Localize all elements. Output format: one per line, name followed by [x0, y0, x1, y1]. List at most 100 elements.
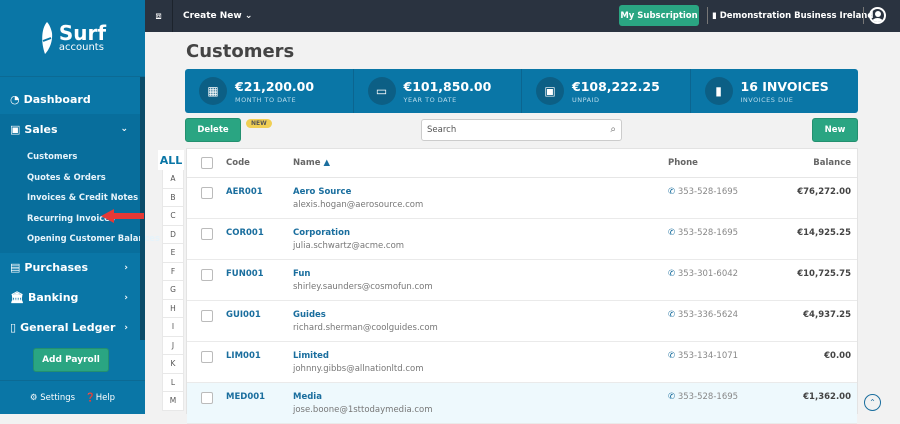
add-payroll-button[interactable]: Add Payroll: [33, 348, 109, 372]
customer-phone[interactable]: 353-336-5624: [678, 310, 738, 320]
chevron-right-icon: ›: [124, 292, 128, 303]
alpha-letter[interactable]: H: [162, 299, 184, 318]
sidebar-item-sales[interactable]: ▣ Sales ⌄: [0, 114, 140, 144]
alphabet-filter: ALL ABCDEFGHIJKLM: [158, 150, 184, 411]
column-balance[interactable]: Balance: [813, 158, 851, 168]
scroll-to-top-button[interactable]: ⌃: [864, 394, 881, 411]
building-icon: ▮: [712, 10, 717, 21]
customer-phone[interactable]: 353-134-1071: [678, 351, 738, 361]
customer-code[interactable]: COR001: [226, 228, 264, 238]
customer-name[interactable]: Media: [293, 392, 433, 402]
alpha-letter[interactable]: L: [162, 373, 184, 392]
help-link[interactable]: ❓Help: [85, 393, 115, 403]
sort-asc-icon: ▲: [323, 158, 330, 168]
customer-name[interactable]: Fun: [293, 269, 433, 279]
dashboard-icon: ◔: [10, 92, 20, 106]
sidebar-subitem-customers[interactable]: Customers: [0, 146, 140, 167]
customer-email: shirley.saunders@cosmofun.com: [293, 282, 433, 292]
table-row[interactable]: COR001 Corporation julia.schwartz@acme.co…: [187, 219, 857, 260]
alpha-letter[interactable]: A: [162, 170, 184, 189]
new-customer-button[interactable]: New: [812, 118, 858, 142]
chevron-down-icon: ⌄: [244, 11, 253, 21]
gear-icon: ⚙: [29, 392, 38, 403]
logo[interactable]: Surf accounts: [0, 0, 145, 77]
customer-name[interactable]: Guides: [293, 310, 438, 320]
customer-code[interactable]: MED001: [226, 392, 265, 402]
customer-code[interactable]: FUN001: [226, 269, 264, 279]
customer-phone[interactable]: 353-528-1695: [678, 392, 738, 402]
alpha-letter[interactable]: J: [162, 336, 184, 355]
select-all-checkbox[interactable]: [201, 157, 213, 169]
customer-phone[interactable]: 353-528-1695: [678, 187, 738, 197]
alpha-letter[interactable]: E: [162, 244, 184, 263]
table-row[interactable]: FUN001 Fun shirley.saunders@cosmofun.com …: [187, 260, 857, 301]
search-input[interactable]: Search ⌕: [421, 119, 622, 141]
alpha-letter[interactable]: D: [162, 225, 184, 244]
my-subscription-button[interactable]: My Subscription: [619, 5, 699, 26]
customer-email: julia.schwartz@acme.com: [293, 241, 405, 251]
red-arrow-annotation-icon: [101, 209, 144, 223]
customer-name[interactable]: Aero Source: [293, 187, 423, 197]
customer-balance: €1,362.00: [803, 392, 851, 402]
alpha-letter[interactable]: G: [162, 281, 184, 300]
sidebar-item-dashboard[interactable]: ◔ Dashboard: [0, 84, 140, 114]
customer-balance: €0.00: [824, 351, 851, 361]
row-checkbox[interactable]: [201, 392, 213, 404]
alpha-letter[interactable]: K: [162, 355, 184, 374]
table-row[interactable]: LIM001 Limited johnny.gibbs@allnationltd.…: [187, 342, 857, 383]
calendar-icon: ▦: [199, 77, 227, 105]
customer-name[interactable]: Limited: [293, 351, 423, 361]
sidebar-toggle-icon[interactable]: ⧈: [145, 0, 173, 32]
ledger-icon: ▯: [10, 321, 17, 334]
row-checkbox[interactable]: [201, 310, 213, 322]
row-checkbox[interactable]: [201, 228, 213, 240]
row-checkbox[interactable]: [201, 187, 213, 199]
column-phone[interactable]: Phone: [668, 158, 698, 168]
customer-code[interactable]: GUI001: [226, 310, 261, 320]
customer-email: alexis.hogan@aerosource.com: [293, 200, 424, 210]
alpha-letter[interactable]: F: [162, 262, 184, 281]
sidebar-subitem-quotes-orders[interactable]: Quotes & Orders: [0, 167, 140, 188]
customer-code[interactable]: LIM001: [226, 351, 261, 361]
phone-icon: ✆: [668, 228, 676, 238]
customer-code[interactable]: AER001: [226, 187, 263, 197]
customer-phone[interactable]: 353-528-1695: [678, 228, 738, 238]
business-selector[interactable]: ▮ Demonstration Business Ireland: [707, 7, 873, 24]
row-checkbox[interactable]: [201, 269, 213, 281]
row-checkbox[interactable]: [201, 351, 213, 363]
table-row[interactable]: GUI001 Guides richard.sherman@coolguides.…: [187, 301, 857, 342]
customer-email: johnny.gibbs@allnationltd.com: [293, 364, 424, 374]
sidebar-item-general-ledger[interactable]: ▯ General Ledger ›: [0, 313, 140, 343]
chevron-right-icon: ›: [124, 262, 128, 273]
search-icon[interactable]: ⌕: [610, 124, 616, 135]
table-row[interactable]: MED001 Media jose.boone@1sttodaymedia.com…: [187, 383, 857, 424]
settings-link[interactable]: ⚙ Settings: [30, 393, 75, 403]
customer-balance: €10,725.75: [797, 269, 851, 279]
sidebar-item-banking[interactable]: 🏛 Banking ›: [0, 283, 140, 313]
sidebar-subitem-invoices-credit-notes[interactable]: Invoices & Credit Notes: [0, 187, 140, 208]
sidebar-item-purchases[interactable]: ▤ Purchases ›: [0, 253, 140, 283]
alpha-letter[interactable]: B: [162, 188, 184, 207]
table-header: Code Name ▲ Phone Balance: [187, 149, 857, 178]
new-badge: NEW: [246, 119, 272, 128]
alpha-all[interactable]: ALL: [158, 150, 184, 170]
phone-icon: ✆: [668, 392, 676, 402]
sales-submenu: Customers Quotes & Orders Invoices & Cre…: [0, 144, 160, 253]
table-row[interactable]: AER001 Aero Source alexis.hogan@aerosourc…: [187, 178, 857, 219]
alpha-letter[interactable]: C: [162, 207, 184, 226]
create-new-menu[interactable]: Create New ⌄: [183, 11, 252, 21]
delete-button[interactable]: Delete: [185, 118, 241, 142]
topbar: ⧈ Create New ⌄ My Subscription ▮ Demonstr…: [145, 0, 900, 32]
customer-balance: €4,937.25: [803, 310, 851, 320]
stat-unpaid: ▣ €108,222.25 UNPAID: [522, 69, 691, 113]
alpha-letter[interactable]: I: [162, 318, 184, 337]
column-code[interactable]: Code: [226, 158, 250, 168]
customer-phone[interactable]: 353-301-6042: [678, 269, 738, 279]
user-avatar-icon[interactable]: [869, 7, 886, 24]
stats-bar: ▦ €21,200.00 MONTH TO DATE ▭ €101,850.00 YEA…: [185, 69, 858, 113]
phone-icon: ✆: [668, 269, 676, 279]
alpha-letter[interactable]: M: [162, 392, 184, 411]
customer-name[interactable]: Corporation: [293, 228, 404, 238]
sidebar-subitem-opening-balances[interactable]: Opening Customer Balances: [0, 228, 160, 249]
column-name[interactable]: Name ▲: [293, 158, 330, 168]
